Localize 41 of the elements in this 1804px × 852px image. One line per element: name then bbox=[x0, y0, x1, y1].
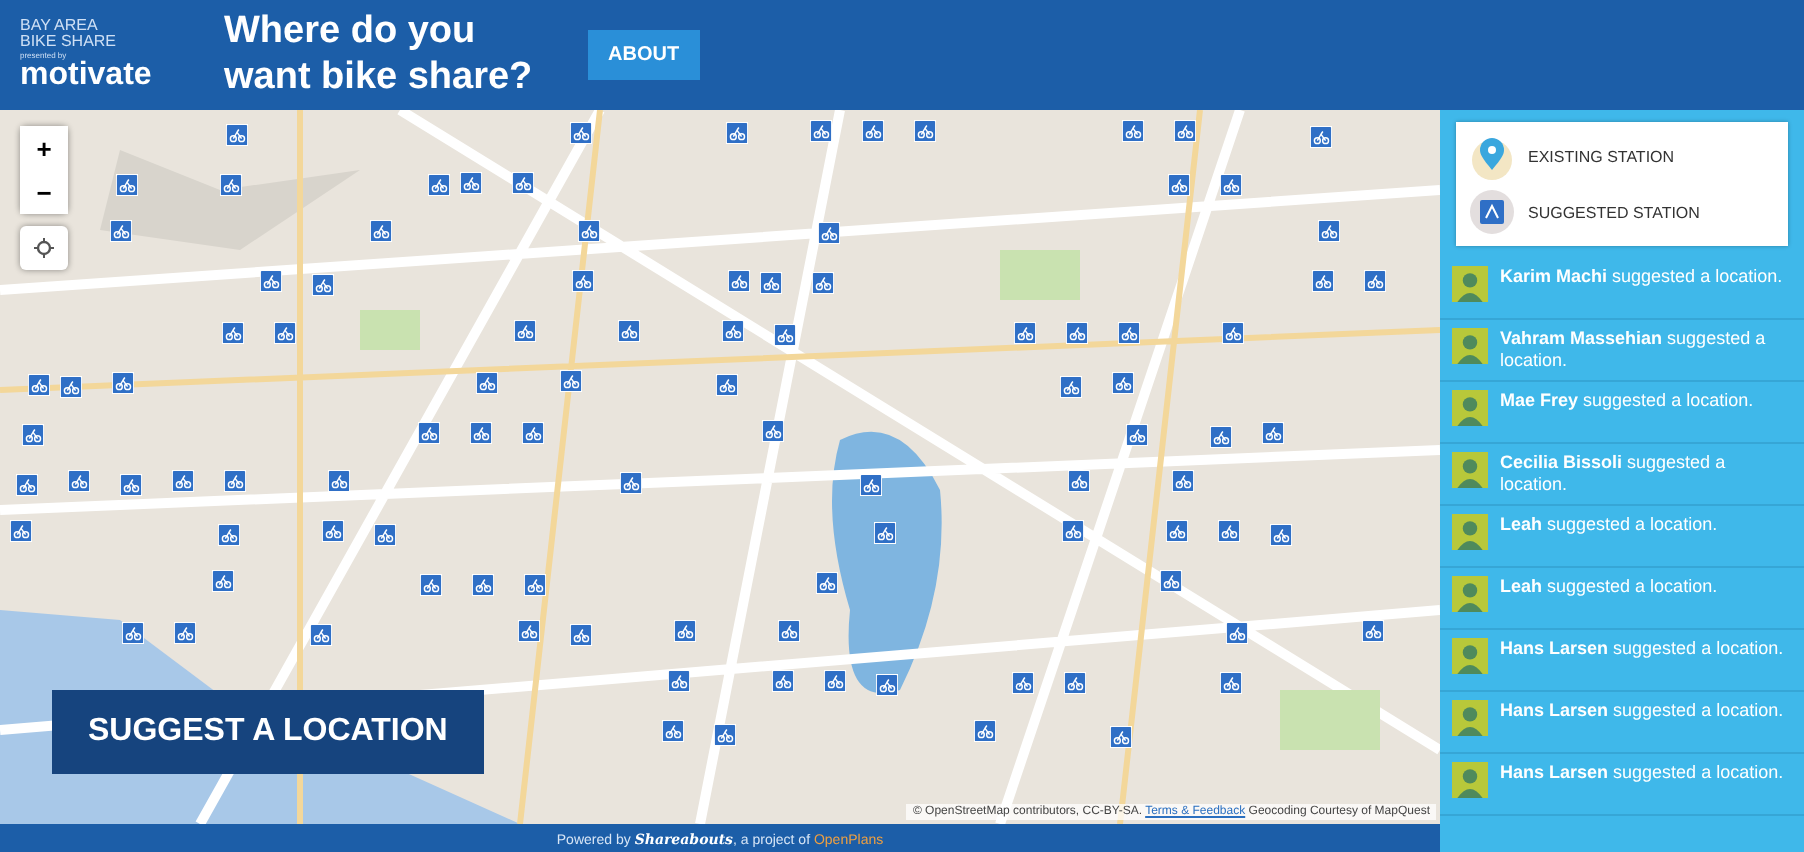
activity-item[interactable]: Leah suggested a location. bbox=[1440, 568, 1804, 630]
zoom-in-button[interactable]: + bbox=[20, 126, 68, 170]
about-button[interactable]: ABOUT bbox=[588, 30, 700, 80]
activity-text: Leah suggested a location. bbox=[1500, 576, 1718, 599]
crosshair-icon bbox=[34, 238, 54, 258]
suggest-location-button[interactable]: SUGGEST A LOCATION bbox=[52, 690, 484, 774]
brand-logo: motivate bbox=[20, 60, 154, 92]
activity-item[interactable]: Hans Larsen suggested a location. bbox=[1440, 630, 1804, 692]
logo-text: BIKE SHARE bbox=[20, 34, 119, 50]
activity-item[interactable]: Leah suggested a location. bbox=[1440, 506, 1804, 568]
headline: Where do you want bike share? bbox=[224, 9, 535, 101]
locate-button[interactable] bbox=[20, 226, 68, 270]
avatar-icon bbox=[1452, 452, 1488, 488]
activity-text: Vahram Massehian suggested a location. bbox=[1500, 328, 1768, 373]
avatar-icon bbox=[1452, 638, 1488, 674]
activity-text: Leah suggested a location. bbox=[1500, 514, 1718, 537]
avatar-icon bbox=[1452, 700, 1488, 736]
activity-item[interactable]: Vahram Massehian suggested a location. bbox=[1440, 320, 1804, 382]
activity-text: Mae Frey suggested a location. bbox=[1500, 390, 1754, 413]
legend-label: SUGGESTED STATION bbox=[1528, 203, 1700, 221]
avatar-icon bbox=[1452, 762, 1488, 798]
activity-item[interactable]: Hans Larsen suggested a location. bbox=[1440, 692, 1804, 754]
street-map-drawing[interactable] bbox=[0, 110, 1440, 824]
activity-item[interactable]: Cecilia Bissoli suggested a location. bbox=[1440, 444, 1804, 506]
activity-text: Hans Larsen suggested a location. bbox=[1500, 638, 1784, 661]
avatar-icon bbox=[1452, 576, 1488, 612]
activity-item[interactable]: Karim Machi suggested a location. bbox=[1440, 258, 1804, 320]
avatar-icon bbox=[1452, 266, 1488, 302]
zoom-out-button[interactable]: − bbox=[20, 170, 68, 214]
avatar-icon bbox=[1452, 390, 1488, 426]
activity-item[interactable]: Hans Larsen suggested a location. bbox=[1440, 754, 1804, 816]
activity-item[interactable]: Mae Frey suggested a location. bbox=[1440, 382, 1804, 444]
logo-text: BAY AREA bbox=[20, 18, 100, 34]
avatar-icon bbox=[1452, 328, 1488, 364]
activity-text: Karim Machi suggested a location. bbox=[1500, 266, 1783, 289]
avatar-icon bbox=[1452, 514, 1488, 550]
activity-text: Cecilia Bissoli suggested a location. bbox=[1500, 452, 1728, 497]
activity-text: Hans Larsen suggested a location. bbox=[1500, 700, 1784, 723]
legend-label: EXISTING STATION bbox=[1528, 147, 1675, 165]
activity-text: Hans Larsen suggested a location. bbox=[1500, 762, 1784, 785]
map-pin-icon bbox=[1468, 132, 1516, 180]
